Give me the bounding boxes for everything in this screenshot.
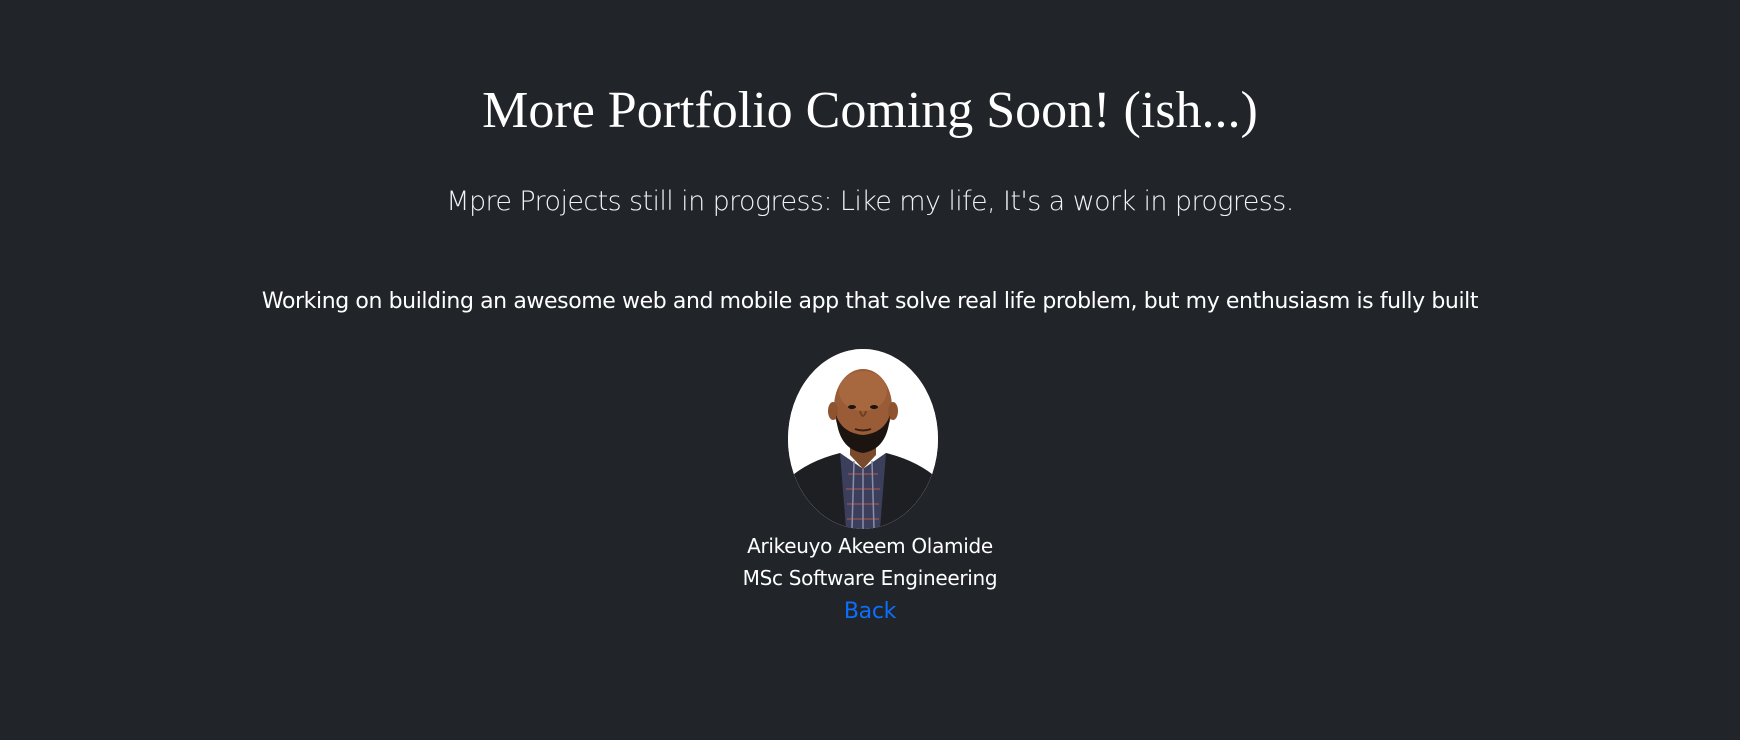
profile-degree: MSc Software Engineering bbox=[742, 566, 998, 590]
page-description: Working on building an awesome web and m… bbox=[261, 289, 1479, 314]
avatar bbox=[788, 349, 938, 529]
main-content: More Portfolio Coming Soon! (ish...) Mpr… bbox=[0, 0, 1740, 740]
page-subtitle: Mpre Projects still in progress: Like my… bbox=[446, 186, 1294, 217]
profile-name: Arikeuyo Akeem Olamide bbox=[747, 534, 993, 558]
back-link[interactable]: Back bbox=[0, 596, 1740, 628]
page-title: More Portfolio Coming Soon! (ish...) bbox=[482, 82, 1258, 139]
person-photo-avatar bbox=[788, 349, 938, 529]
back-link-label[interactable]: Back bbox=[844, 599, 897, 624]
